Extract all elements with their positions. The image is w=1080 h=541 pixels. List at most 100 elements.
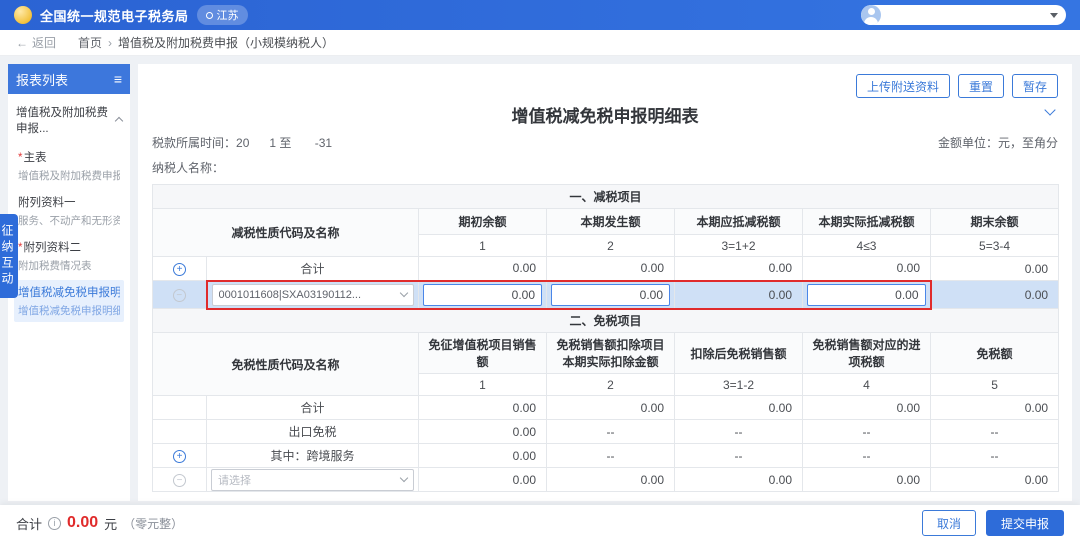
column-header: 免税销售额对应的进项税额	[803, 333, 931, 374]
back-link[interactable]: 返回	[16, 34, 56, 51]
collapse-form-chevron-icon[interactable]	[1044, 104, 1055, 115]
initial-balance-input[interactable]	[423, 284, 542, 306]
ending-balance-cell: 0.00	[931, 281, 1059, 309]
sidebar-item-reduction-detail[interactable]: 增值税减免税申报明... 增值税减免税申报明细表	[14, 280, 124, 322]
current-amount-input[interactable]	[551, 284, 670, 306]
sidebar-title: 报表列表	[16, 70, 68, 89]
region-badge[interactable]: 江苏	[197, 5, 248, 25]
actual-deducted-input[interactable]	[807, 284, 926, 306]
column-header: 本期发生额	[547, 209, 675, 235]
column-index: 2	[547, 374, 675, 396]
top-header: 全国统一规范电子税务局 江苏	[0, 0, 1080, 30]
table-cell: 0.00	[547, 468, 675, 492]
selected-code: 0001011608|SXA03190112...	[219, 289, 362, 301]
table-cell: 0.00	[547, 396, 675, 420]
chevron-up-icon	[115, 117, 123, 125]
footer-total: 合计 0.00 元 （零元整）	[16, 514, 183, 533]
sidebar-item-appendix-1[interactable]: 附列资料一 服务、不动产和无形资产扣.	[14, 190, 124, 232]
footer-total-unit: 元	[104, 514, 117, 533]
main-panel: 上传附送资料 重置 暂存 增值税减免税申报明细表 税款所属时间：20 1 至 -…	[138, 64, 1072, 501]
breadcrumb-separator: ›	[108, 36, 112, 50]
sidebar-toggle-icon[interactable]	[114, 71, 122, 87]
column-header: 本期应抵减税额	[675, 209, 803, 235]
row-label: 其中：跨境服务	[207, 444, 419, 468]
reduction-code-select[interactable]: 0001011608|SXA03190112...	[212, 284, 415, 306]
table-cell: --	[547, 444, 675, 468]
column-index: 3=1+2	[675, 235, 803, 257]
page-footer: 合计 0.00 元 （零元整） 取消 提交申报	[0, 505, 1080, 541]
footer-total-words: （零元整）	[123, 515, 183, 532]
breadcrumb-current: 增值税及附加税费申报（小规模纳税人）	[118, 34, 334, 51]
table-cell: 0.00	[675, 396, 803, 420]
sidebar-item-main-form[interactable]: *主表 增值税及附加税费申报表	[14, 145, 124, 187]
sidebar-group-vat-declaration[interactable]: 增值税及附加税费申报...	[14, 102, 124, 145]
sidebar-item-subtitle: 增值税减免税申报明细表	[18, 303, 120, 318]
taxpayer-row: 纳税人名称：	[152, 159, 1058, 176]
user-account-selector[interactable]	[861, 5, 1066, 25]
location-pin-icon	[206, 12, 213, 19]
form-title: 增值税减免税申报明细表	[512, 107, 699, 126]
page-content: 征纳互动 报表列表 增值税及附加税费申报... *主表 增值税及附加税费申报表 …	[0, 56, 1080, 505]
submit-button[interactable]: 提交申报	[986, 510, 1064, 536]
column-header: 期末余额	[931, 209, 1059, 235]
toolbar: 上传附送资料 重置 暂存	[152, 74, 1058, 98]
table-cell: 0.00	[419, 257, 547, 281]
expand-row-icon[interactable]: +	[173, 263, 186, 276]
column-index: 1	[419, 235, 547, 257]
column-index: 1	[419, 374, 547, 396]
sidebar-body: 增值税及附加税费申报... *主表 增值税及附加税费申报表 附列资料一 服务、不…	[8, 94, 130, 333]
sidebar-item-subtitle: 附加税费情况表	[18, 258, 120, 273]
sidebar-item-title: 增值税减免税申报明...	[18, 284, 120, 300]
region-label: 江苏	[217, 7, 239, 23]
deductible-amount-cell: 0.00	[675, 281, 803, 309]
table-cell: 0.00	[547, 257, 675, 281]
column-index: 5	[931, 374, 1059, 396]
required-asterisk: *	[18, 242, 22, 254]
table-cell: 0.00	[931, 468, 1059, 492]
sidebar-group-label: 增值税及附加税费申报...	[16, 104, 116, 136]
table-cell: --	[675, 420, 803, 444]
column-index: 4≤3	[803, 235, 931, 257]
interaction-side-tab[interactable]: 征纳互动	[0, 214, 18, 298]
collapse-row-icon[interactable]: −	[173, 289, 186, 302]
table-cell: --	[931, 444, 1059, 468]
select-caret-icon	[400, 474, 408, 482]
reduction-detail-row: − 0001011608|SXA03190112... 0.00 0.00	[153, 281, 1059, 309]
sidebar-header: 报表列表	[8, 64, 130, 94]
expand-row-icon[interactable]: +	[173, 450, 186, 463]
table-cell: --	[803, 420, 931, 444]
info-icon[interactable]	[48, 517, 61, 530]
reset-button[interactable]: 重置	[958, 74, 1004, 98]
table-cell: 0.00	[931, 396, 1059, 420]
section-title: 二、免税项目	[153, 309, 1059, 333]
emblem-logo-icon	[14, 6, 32, 24]
cancel-button[interactable]: 取消	[922, 510, 976, 536]
header-left: 全国统一规范电子税务局 江苏	[14, 5, 248, 25]
exemption-header-row: 免税性质代码及名称 免征增值税项目销售额 免税销售额扣除项目本期实际扣除金额 扣…	[153, 333, 1059, 374]
upload-attachment-button[interactable]: 上传附送资料	[856, 74, 950, 98]
save-draft-button[interactable]: 暂存	[1012, 74, 1058, 98]
table-cell: 0.00	[803, 468, 931, 492]
table-cell: 0.00	[675, 257, 803, 281]
row-label: 合计	[207, 396, 419, 420]
table-cell: 0.00	[419, 444, 547, 468]
reduction-total-row: + 合计 0.00 0.00 0.00 0.00 0.00	[153, 257, 1059, 281]
column-header: 扣除后免税销售额	[675, 333, 803, 374]
form-meta-row: 税款所属时间：20 1 至 -31 金额单位：元，至角分	[152, 134, 1058, 151]
footer-actions: 取消 提交申报	[922, 510, 1064, 536]
amount-unit-note: 金额单位：元，至角分	[938, 134, 1058, 151]
exemption-code-select[interactable]: 请选择	[211, 469, 414, 491]
collapse-row-icon[interactable]: −	[173, 474, 186, 487]
breadcrumb-home[interactable]: 首页	[78, 34, 102, 51]
sidebar-item-appendix-2[interactable]: *附列资料二 附加税费情况表	[14, 235, 124, 277]
section-header-exemption: 二、免税项目	[153, 309, 1059, 333]
select-caret-icon	[400, 289, 408, 297]
column-header: 本期实际抵减税额	[803, 209, 931, 235]
table-cell: --	[931, 420, 1059, 444]
column-index: 3=1-2	[675, 374, 803, 396]
tax-period-value: 20 1 至 -31	[236, 136, 332, 150]
tax-period-label: 税款所属时间：	[152, 136, 236, 150]
section-header-reduction: 一、减税项目	[153, 185, 1059, 209]
reduction-header-row: 减税性质代码及名称 期初余额 本期发生额 本期应抵减税额 本期实际抵减税额 期末…	[153, 209, 1059, 235]
select-placeholder: 请选择	[218, 472, 251, 488]
